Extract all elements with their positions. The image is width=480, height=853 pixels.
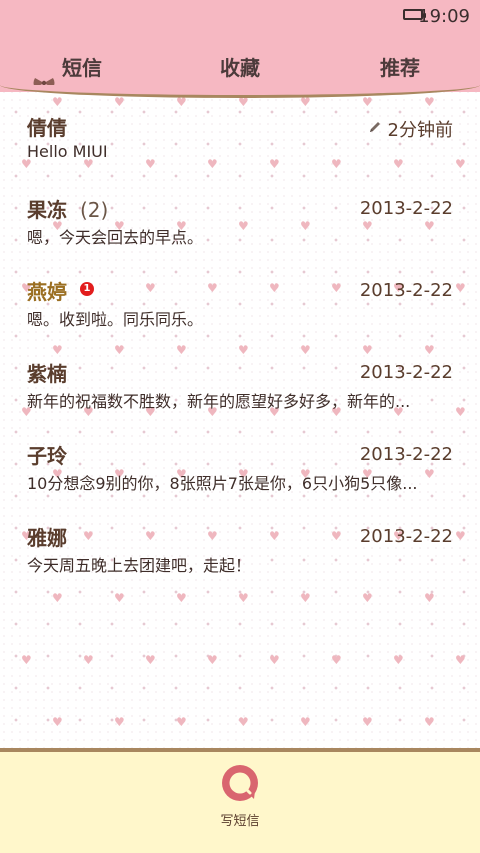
message-snippet: Hello MIUI	[27, 142, 108, 161]
compose-label[interactable]: 写短信	[0, 810, 480, 829]
contact-name-text: 紫楠	[27, 362, 67, 386]
bow-icon	[33, 78, 55, 88]
message-snippet: 10分想念9别的你，8张照片7张是你，6只小狗5只像...	[27, 474, 418, 493]
message-row[interactable]: 子玲 2013-2-22 10分想念9别的你，8张照片7张是你，6只小狗5只像.…	[0, 424, 480, 506]
tab-sms[interactable]: 短信	[62, 52, 102, 81]
message-snippet: 今天周五晚上去团建吧，走起！	[27, 556, 252, 575]
contact-name: 燕婷	[27, 276, 73, 305]
contact-name: 子玲	[27, 440, 73, 469]
contact-name-text: 子玲	[27, 444, 67, 468]
message-row[interactable]: 倩倩 2分钟前 Hello MIUI	[0, 96, 480, 178]
message-date: 2分钟前	[387, 120, 453, 141]
message-date: 2013-2-22	[359, 362, 453, 383]
message-date: 2013-2-22	[359, 280, 453, 301]
contact-name: 果冻 (2)	[27, 194, 108, 223]
status-bar: 19:09	[0, 0, 480, 36]
tab-bar: 短信 收藏 推荐	[0, 36, 480, 98]
contact-name: 紫楠	[27, 358, 73, 387]
message-date: 2013-2-22	[359, 444, 453, 465]
message-row[interactable]: 紫楠 2013-2-22 新年的祝福数不胜数，新年的愿望好多好多，新年的...	[0, 342, 480, 424]
contact-name: 倩倩	[27, 112, 73, 141]
message-row[interactable]: 果冻 (2) 2013-2-22 嗯，今天会回去的早点。	[0, 178, 480, 260]
tab-recommended[interactable]: 推荐	[380, 52, 420, 81]
contact-name-text: 燕婷	[27, 280, 67, 304]
message-snippet: 嗯。收到啦。同乐同乐。	[27, 310, 204, 329]
pencil-icon	[370, 122, 380, 132]
status-time: 19:09	[418, 6, 470, 27]
contact-name-text: 倩倩	[27, 116, 67, 140]
unread-badge: 1	[80, 282, 94, 296]
contact-name-text: 果冻	[27, 198, 67, 222]
message-date: 2013-2-22	[359, 526, 453, 547]
tab-favorites[interactable]: 收藏	[220, 52, 260, 81]
message-count: (2)	[79, 198, 109, 222]
message-row[interactable]: 雅娜 2013-2-22 今天周五晚上去团建吧，走起！	[0, 506, 480, 588]
message-snippet: 新年的祝福数不胜数，新年的愿望好多好多，新年的...	[27, 392, 411, 411]
message-row[interactable]: 燕婷 1 2013-2-22 嗯。收到啦。同乐同乐。	[0, 260, 480, 342]
bottom-action-bar: 写短信	[0, 748, 480, 853]
contact-name: 雅娜	[27, 522, 73, 551]
message-date: 2013-2-22	[359, 198, 453, 219]
compose-bubble-icon[interactable]	[219, 762, 261, 804]
contact-name-text: 雅娜	[27, 526, 67, 550]
message-snippet: 嗯，今天会回去的早点。	[27, 228, 204, 247]
